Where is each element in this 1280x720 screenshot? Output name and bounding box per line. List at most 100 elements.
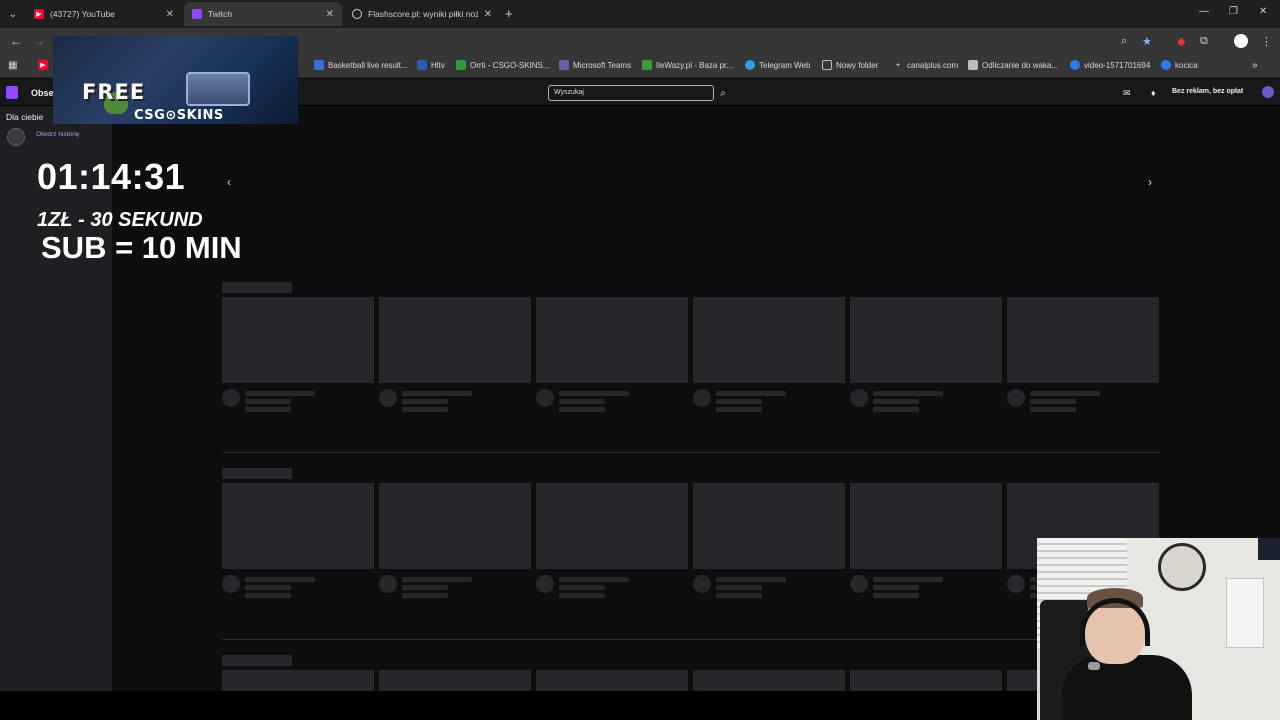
subathon-timer: 01:14:31	[37, 156, 186, 197]
extension-icon[interactable]: ◆	[1177, 35, 1185, 48]
twitch-favicon-icon	[192, 9, 202, 19]
skeleton-avatar	[693, 575, 711, 593]
tab-label: (43727) YouTube	[50, 9, 115, 19]
tab-flashscore[interactable]: Flashscore.pl: wyniki piłki nożne ✕	[344, 2, 500, 26]
inbox-icon[interactable]: ✉	[1123, 88, 1131, 99]
skeleton-line	[873, 399, 919, 404]
skeleton-card	[850, 297, 1002, 383]
section-divider	[222, 639, 1160, 640]
bookmark-folder[interactable]: Nowy folder	[822, 60, 878, 70]
skeleton-line	[402, 577, 472, 582]
bookmark-odliczanie[interactable]: Odliczanie do waka...	[968, 60, 1058, 70]
bookmark-canalplus[interactable]: + canalplus.com	[893, 60, 958, 70]
skeleton-avatar	[222, 389, 240, 407]
skeleton-line	[873, 593, 919, 598]
skeleton-line	[245, 593, 291, 598]
forward-arrow-icon[interactable]: →	[33, 34, 45, 48]
bookmark-favicon-icon	[745, 60, 755, 70]
skeleton-card	[693, 483, 845, 569]
search-input[interactable]: Wyszukaj	[548, 85, 714, 101]
open-history-link[interactable]: Otwórz historię	[36, 131, 79, 138]
skeleton-avatar	[1007, 389, 1025, 407]
youtube-bookmark-icon[interactable]: ▶	[38, 60, 52, 70]
skeleton-line	[559, 593, 605, 598]
more-bookmarks-chevron-icon[interactable]: »	[1252, 60, 1258, 71]
skeleton-line	[245, 391, 315, 396]
skeleton-line	[1030, 399, 1076, 404]
sponsor-case-image	[186, 72, 250, 106]
sidebar-title: Dla ciebie	[6, 112, 44, 122]
skeleton-line	[245, 407, 291, 412]
carousel-prev-icon[interactable]: ‹	[227, 175, 231, 189]
bookmark-teams[interactable]: Microsoft Teams	[559, 60, 631, 70]
plus-icon: +	[895, 61, 901, 69]
skeleton-card	[1007, 297, 1159, 383]
youtube-favicon-icon: ▶	[34, 9, 44, 19]
skeleton-card	[693, 670, 845, 691]
streamer-body-image	[1062, 655, 1192, 720]
skeleton-line	[873, 391, 943, 396]
bookmark-csgo-skins[interactable]: Orrti - CSGO-SKINS...	[456, 60, 550, 70]
cabinet-image	[1226, 578, 1264, 648]
skeleton-avatar	[850, 575, 868, 593]
bookmark-hltv[interactable]: Hltv	[417, 60, 445, 70]
history-avatar-icon[interactable]	[7, 128, 25, 146]
skeleton-line	[716, 593, 762, 598]
webcam-corner-decoration	[1258, 538, 1280, 560]
bookmark-basketball[interactable]: Basketball live result...	[314, 60, 408, 70]
section-divider	[222, 452, 1160, 453]
flashscore-favicon-icon	[352, 9, 362, 19]
menu-dots-icon[interactable]: ⋮	[1261, 35, 1272, 48]
tab-twitch[interactable]: Twitch ✕	[184, 2, 342, 26]
bookmark-star-icon[interactable]: ★	[1142, 35, 1152, 48]
twitch-logo-icon[interactable]	[6, 86, 18, 99]
back-arrow-icon[interactable]: ←	[10, 34, 22, 48]
tab-search-chevron-icon[interactable]: ⌄	[4, 5, 22, 23]
skeleton-card	[379, 297, 531, 383]
close-icon[interactable]: ✕	[484, 9, 492, 20]
skeleton-line	[245, 585, 291, 590]
restore-button[interactable]: ❐	[1229, 6, 1238, 17]
bookmark-ilewazy[interactable]: IleWazy.pl - Baza pr...	[642, 60, 733, 70]
prime-ad-free-button[interactable]: Bez reklam, bez opłat	[1172, 88, 1243, 95]
bookmark-video[interactable]: video-1571701694	[1070, 60, 1150, 70]
user-avatar[interactable]	[1262, 86, 1274, 98]
bookmark-favicon-icon	[314, 60, 324, 70]
sub-rate-text: SUB = 10 MIN	[41, 230, 242, 265]
tab-label: Twitch	[208, 9, 233, 19]
search-icon[interactable]: ⌕	[716, 85, 730, 101]
extensions-puzzle-icon[interactable]: ⧉	[1200, 35, 1208, 48]
skeleton-card	[536, 297, 688, 383]
close-icon[interactable]: ✕	[166, 9, 174, 20]
apps-grid-icon[interactable]: ▦	[8, 60, 17, 71]
bookmark-favicon-icon	[642, 60, 652, 70]
zoom-search-icon[interactable]: ⌕	[1121, 35, 1127, 48]
new-tab-button[interactable]: +	[505, 6, 513, 21]
close-icon[interactable]: ✕	[326, 9, 334, 20]
skeleton-line	[559, 391, 629, 396]
skeleton-card	[536, 670, 688, 691]
skeleton-card	[693, 297, 845, 383]
minimize-button[interactable]: —	[1199, 6, 1209, 17]
close-window-button[interactable]: ✕	[1259, 6, 1267, 17]
profile-avatar[interactable]	[1234, 34, 1248, 48]
skeleton-line	[1030, 391, 1100, 396]
skeleton-line	[1030, 407, 1076, 412]
bookmark-telegram[interactable]: Telegram Web	[745, 60, 810, 70]
tab-youtube[interactable]: ▶ (43727) YouTube ✕	[26, 2, 182, 26]
skeleton-line	[402, 391, 472, 396]
skeleton-line	[245, 399, 291, 404]
skeleton-line	[716, 391, 786, 396]
microphone-image	[1088, 662, 1100, 670]
skeleton-card	[222, 297, 374, 383]
carousel-next-icon[interactable]: ›	[1148, 175, 1152, 189]
skeleton-heading	[222, 468, 292, 479]
bookmark-kocica[interactable]: kocica	[1161, 60, 1198, 70]
skeleton-card	[222, 670, 374, 691]
bookmark-favicon-icon	[417, 60, 427, 70]
crown-icon[interactable]: ♦	[1151, 88, 1156, 98]
skeleton-card	[222, 483, 374, 569]
nav-following-link[interactable]: Obse	[31, 88, 54, 98]
skeleton-card	[850, 670, 1002, 691]
bookmark-favicon-icon	[456, 60, 466, 70]
